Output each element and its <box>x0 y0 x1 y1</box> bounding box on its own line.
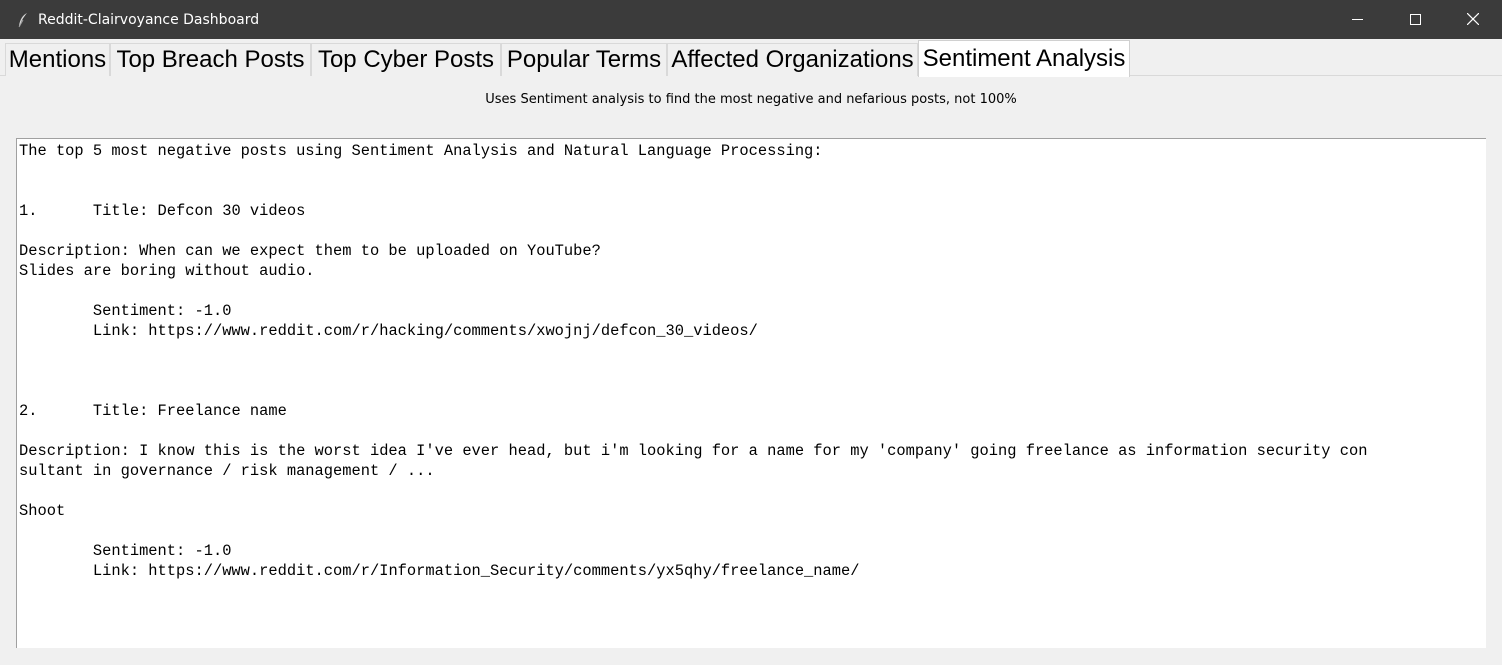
post-description-cont: sultant in governance / risk management … <box>19 462 435 480</box>
results-textbox[interactable]: The top 5 most negative posts using Sent… <box>16 138 1486 648</box>
results-header: The top 5 most negative posts using Sent… <box>19 142 823 160</box>
close-button[interactable] <box>1444 0 1502 39</box>
tab-popular-terms[interactable]: Popular Terms <box>501 43 667 76</box>
bottom-strip <box>0 648 1502 665</box>
tab-bar: Mentions Top Breach Posts Top Cyber Post… <box>0 39 1502 77</box>
post-link: Link: https://www.reddit.com/r/hacking/c… <box>92 322 758 340</box>
tab-affected-organizations[interactable]: Affected Organizations <box>667 43 918 76</box>
tab-mentions[interactable]: Mentions <box>5 43 110 76</box>
title-bar: Reddit-Clairvoyance Dashboard <box>0 0 1502 39</box>
post-description-cont: Slides are boring without audio. <box>19 262 315 280</box>
tab-sentiment-analysis[interactable]: Sentiment Analysis <box>918 40 1130 77</box>
post-description: Description: When can we expect them to … <box>19 242 601 260</box>
description-label: Uses Sentiment analysis to find the most… <box>485 92 1017 107</box>
feather-icon <box>16 12 30 28</box>
post-index: 1. <box>19 202 38 220</box>
post-link: Link: https://www.reddit.com/r/Informati… <box>92 562 860 580</box>
post-sentiment: Sentiment: -1.0 <box>92 302 232 320</box>
window-title: Reddit-Clairvoyance Dashboard <box>38 11 260 28</box>
tab-top-cyber-posts[interactable]: Top Cyber Posts <box>311 43 501 76</box>
post-description-cont: Shoot <box>19 502 66 520</box>
close-icon <box>1466 10 1480 29</box>
tab-top-breach-posts[interactable]: Top Breach Posts <box>110 43 311 76</box>
results-text: The top 5 most negative posts using Sent… <box>17 139 1486 581</box>
maximize-icon <box>1409 10 1421 29</box>
post-title: Title: Defcon 30 videos <box>92 202 306 220</box>
post-index: 2. <box>19 402 38 420</box>
maximize-button[interactable] <box>1386 0 1444 39</box>
post-title: Title: Freelance name <box>92 402 287 420</box>
post-description: Description: I know this is the worst id… <box>19 442 1368 460</box>
minimize-button[interactable] <box>1328 0 1386 39</box>
minimize-icon <box>1351 10 1363 29</box>
post-sentiment: Sentiment: -1.0 <box>92 542 232 560</box>
